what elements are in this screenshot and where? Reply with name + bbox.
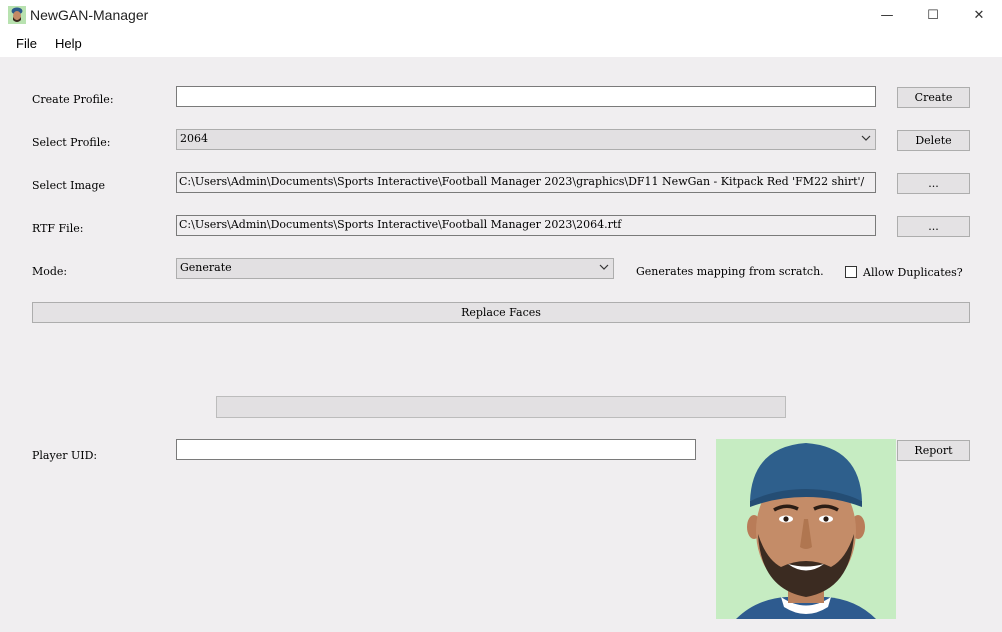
player-uid-label: Player UID:: [32, 449, 98, 462]
create-profile-input[interactable]: [176, 86, 876, 107]
minimize-button[interactable]: —: [864, 0, 910, 31]
allow-duplicates-label: Allow Duplicates?: [863, 266, 963, 279]
window-title: NewGAN-Manager: [30, 7, 149, 23]
chevron-down-icon: [861, 135, 871, 141]
chevron-down-icon: [599, 264, 609, 270]
rtf-file-label: RTF File:: [32, 222, 84, 235]
mode-description: Generates mapping from scratch.: [636, 265, 824, 278]
player-face-icon: [716, 439, 896, 619]
minimize-icon: —: [880, 8, 894, 23]
create-profile-label: Create Profile:: [32, 93, 114, 106]
menu-help[interactable]: Help: [55, 36, 82, 51]
rtf-file-path[interactable]: C:\Users\Admin\Documents\Sports Interact…: [176, 215, 876, 236]
app-icon: [8, 6, 26, 24]
select-profile-value: 2064: [180, 132, 208, 145]
main-content: Create Profile: Create Select Profile: 2…: [0, 57, 1002, 632]
menu-file[interactable]: File: [16, 36, 37, 51]
delete-button[interactable]: Delete: [897, 130, 970, 151]
progress-bar: [216, 396, 786, 418]
title-bar: NewGAN-Manager — ☐ ✕: [0, 0, 1002, 31]
player-face-image: [716, 439, 896, 619]
select-image-label: Select Image: [32, 179, 106, 192]
browse-rtf-button[interactable]: ...: [897, 216, 970, 237]
create-button[interactable]: Create: [897, 87, 970, 108]
replace-faces-button[interactable]: Replace Faces: [32, 302, 970, 323]
menu-bar: File Help: [0, 31, 1002, 57]
mode-value: Generate: [180, 261, 232, 274]
maximize-icon: ☐: [927, 8, 939, 23]
close-icon: ✕: [973, 8, 985, 23]
report-button[interactable]: Report: [897, 440, 970, 461]
select-profile-dropdown[interactable]: 2064: [176, 129, 876, 150]
select-image-path[interactable]: C:\Users\Admin\Documents\Sports Interact…: [176, 172, 876, 193]
allow-duplicates-checkbox[interactable]: [845, 266, 857, 278]
maximize-button[interactable]: ☐: [910, 0, 956, 31]
player-uid-input[interactable]: [176, 439, 696, 460]
mode-dropdown[interactable]: Generate: [176, 258, 614, 279]
mode-label: Mode:: [32, 265, 68, 278]
browse-image-button[interactable]: ...: [897, 173, 970, 194]
close-button[interactable]: ✕: [956, 0, 1002, 31]
select-profile-label: Select Profile:: [32, 136, 111, 149]
